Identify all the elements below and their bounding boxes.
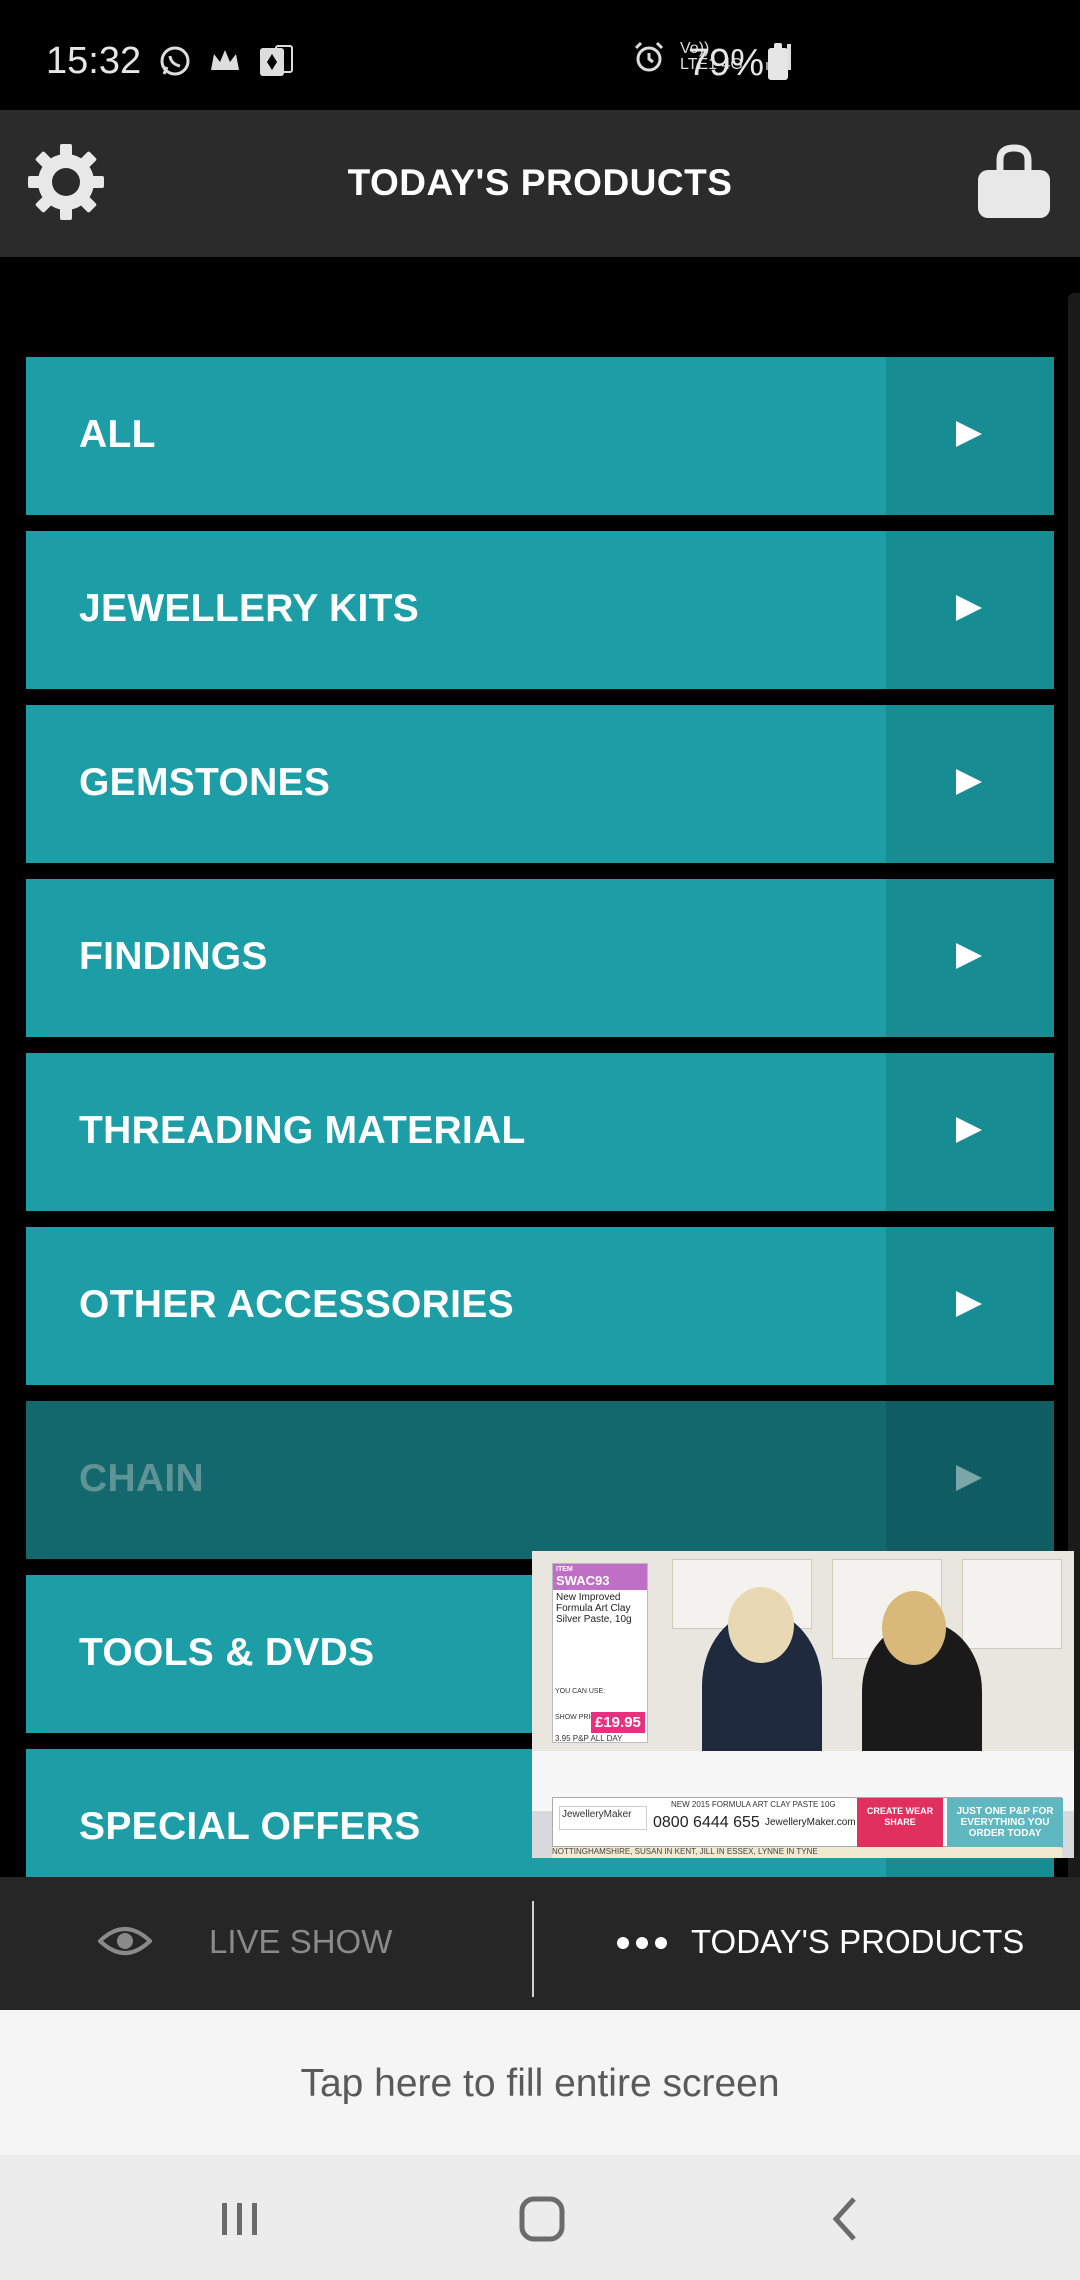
studio-shelf: [962, 1559, 1062, 1649]
tab-todays-products[interactable]: TODAY'S PRODUCTS: [535, 1877, 1080, 2010]
recent-apps-icon[interactable]: [212, 2191, 268, 2247]
status-bar: 15:32 Vo)) LTE1 4G 79%: [0, 0, 1080, 110]
presenter-left-head: [728, 1587, 794, 1663]
header-spacer: [0, 257, 1080, 357]
whatsapp-icon: [160, 46, 190, 76]
play-arrow-icon: [956, 595, 982, 621]
eye-icon: [98, 1927, 152, 1955]
phone-number: 0800 6444 655: [653, 1814, 760, 1831]
category-arrow-button[interactable]: [886, 1227, 1054, 1385]
alarm-icon: [634, 41, 664, 72]
category-item-threading-material[interactable]: THREADING MATERIAL: [26, 1053, 1054, 1211]
bottom-tab-bar: LIVE SHOW TODAY'S PRODUCTS: [0, 1877, 1080, 2010]
category-label: SPECIAL OFFERS: [79, 1805, 421, 1848]
fill-screen-prompt[interactable]: Tap here to fill entire screen: [0, 2010, 1080, 2155]
category-item-gemstones[interactable]: GEMSTONES: [26, 705, 1054, 863]
category-label: GEMSTONES: [79, 761, 331, 804]
tab-label: TODAY'S PRODUCTS: [691, 1923, 1025, 1960]
category-item-other-accessories[interactable]: OTHER ACCESSORIES: [26, 1227, 1054, 1385]
tab-divider: [532, 1901, 534, 1997]
shopping-bag-icon[interactable]: [972, 140, 1056, 224]
category-label: CHAIN: [79, 1457, 204, 1500]
page-title: TODAY'S PRODUCTS: [347, 162, 733, 203]
card-icon: [260, 45, 293, 76]
product-info-card: ITEM SWAC93 New Improved Formula Art Clay…: [552, 1563, 648, 1743]
banner-headline: NEW 2015 FORMULA ART CLAY PASTE 10G: [671, 1800, 836, 1809]
battery-percent: 79%: [688, 42, 765, 84]
play-arrow-icon: [956, 421, 982, 447]
notification-icons: [158, 44, 294, 78]
category-item-jewellery-kits[interactable]: JEWELLERY KITS: [26, 531, 1054, 689]
category-label: JEWELLERY KITS: [79, 587, 420, 630]
app-header: TODAY'S PRODUCTS: [0, 110, 1080, 257]
category-label: TOOLS & DVDS: [79, 1631, 375, 1674]
play-arrow-icon: [956, 769, 982, 795]
item-code: ITEM SWAC93: [553, 1564, 647, 1590]
category-item-chain: CHAIN: [26, 1401, 1054, 1559]
category-arrow-button[interactable]: [886, 1053, 1054, 1211]
tab-label: LIVE SHOW: [209, 1923, 393, 1960]
category-label: OTHER ACCESSORIES: [79, 1283, 514, 1326]
home-icon[interactable]: [514, 2191, 570, 2247]
payment-label: YOU CAN USE:: [555, 1688, 606, 1695]
broadcast-banner: JewelleryMaker NEW 2015 FORMULA ART CLAY…: [552, 1797, 1063, 1848]
category-label: ALL: [79, 413, 156, 456]
category-label: FINDINGS: [79, 935, 268, 978]
presenter-right-head: [882, 1591, 946, 1665]
category-item-all[interactable]: ALL: [26, 357, 1054, 515]
website: JewelleryMaker.com: [765, 1817, 856, 1828]
postage-note: 3.95 P&P ALL DAY: [555, 1734, 623, 1743]
back-icon[interactable]: [818, 2191, 874, 2247]
create-wear-share: CREATE WEAR SHARE: [857, 1798, 943, 1848]
play-arrow-icon: [956, 943, 982, 969]
category-label: THREADING MATERIAL: [79, 1109, 526, 1152]
brand-logo: JewelleryMaker: [559, 1806, 647, 1830]
play-arrow-icon: [956, 1117, 982, 1143]
crown-icon: [211, 50, 239, 70]
category-arrow-button: [886, 1401, 1054, 1559]
category-arrow-button[interactable]: [886, 531, 1054, 689]
category-arrow-button[interactable]: [886, 357, 1054, 515]
system-nav-bar: [0, 2155, 1080, 2280]
play-arrow-icon: [956, 1291, 982, 1317]
one-pp-offer: JUST ONE P&P FOR EVERYTHING YOU ORDER TO…: [947, 1798, 1063, 1848]
more-dots-icon: [617, 1937, 667, 1949]
status-time: 15:32: [46, 40, 142, 82]
live-video-player[interactable]: ITEM SWAC93 New Improved Formula Art Clay…: [532, 1551, 1074, 1858]
battery-icon: [768, 43, 788, 80]
category-arrow-button[interactable]: [886, 705, 1054, 863]
play-arrow-icon: [956, 1465, 982, 1491]
category-item-findings[interactable]: FINDINGS: [26, 879, 1054, 1037]
ticker-text: NOTTINGHAMSHIRE, SUSAN IN KENT, JILL IN …: [552, 1847, 1062, 1858]
fill-screen-text: Tap here to fill entire screen: [300, 2062, 780, 2105]
category-arrow-button[interactable]: [886, 879, 1054, 1037]
item-description: New Improved Formula Art Clay Silver Pas…: [556, 1592, 632, 1625]
item-price: £19.95: [591, 1712, 645, 1733]
tab-live-show[interactable]: LIVE SHOW: [0, 1877, 533, 2010]
